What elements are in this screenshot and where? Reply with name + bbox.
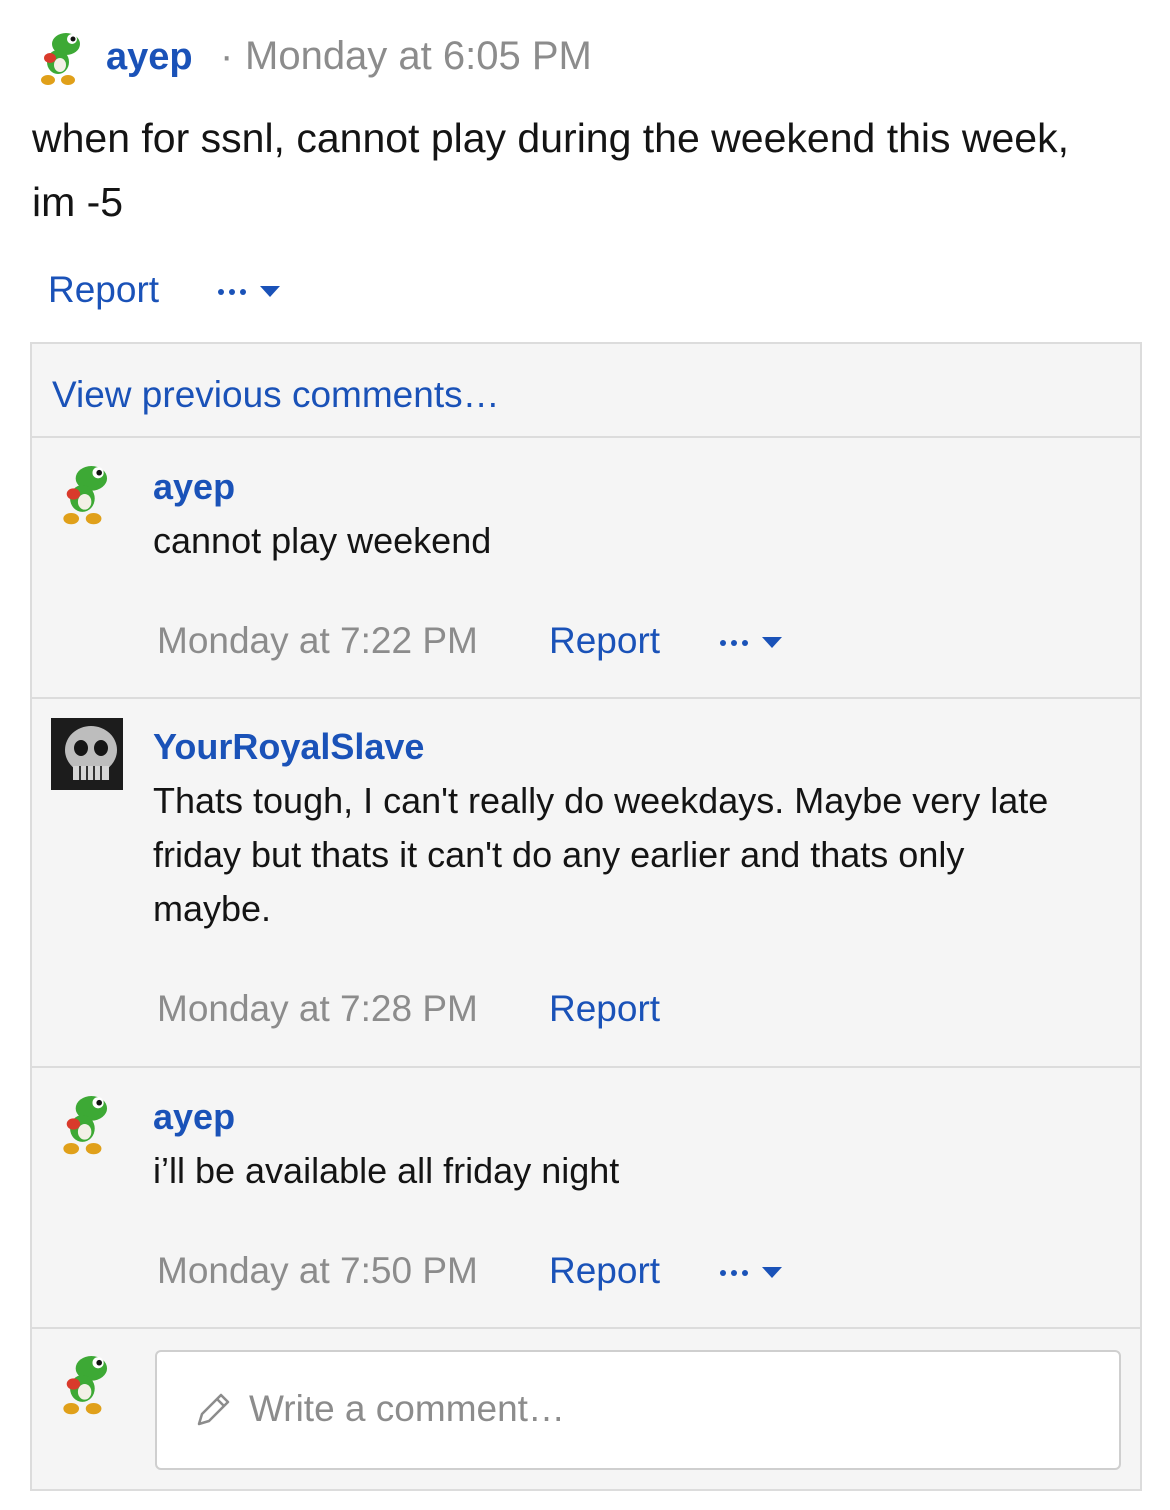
post-separator: ·: [220, 34, 234, 78]
comment-divider: [32, 1327, 1140, 1329]
composer-avatar: [60, 1350, 116, 1423]
chevron-down-icon: [762, 1267, 782, 1278]
comment-avatar[interactable]: [60, 1090, 116, 1163]
yoshi-avatar-icon: [63, 1096, 108, 1155]
pencil-icon: [197, 1393, 230, 1426]
more-dots-icon: [720, 1269, 748, 1276]
comment-timestamp[interactable]: Monday at 7:50 PM: [157, 1250, 478, 1292]
post-more-menu[interactable]: [218, 286, 280, 297]
yoshi-avatar-icon: [63, 1356, 108, 1415]
comment-avatar[interactable]: [60, 460, 116, 533]
post-report-link[interactable]: Report: [48, 269, 159, 311]
comment-timestamp[interactable]: Monday at 7:22 PM: [157, 620, 478, 662]
comment-more-menu[interactable]: [720, 1267, 782, 1278]
comment-report-link[interactable]: Report: [549, 620, 660, 662]
comment-more-menu[interactable]: [720, 637, 782, 648]
comment-divider: [32, 1066, 1140, 1068]
comment-input-placeholder: Write a comment…: [249, 1388, 565, 1429]
comment-timestamp[interactable]: Monday at 7:28 PM: [157, 988, 478, 1030]
yoshi-avatar-icon: [63, 466, 108, 525]
view-previous-comments-link[interactable]: View previous comments…: [52, 374, 500, 416]
more-dots-icon: [218, 288, 246, 295]
post-body: when for ssnl, cannot play during the we…: [32, 115, 1069, 225]
chevron-down-icon: [260, 286, 280, 297]
post-avatar[interactable]: [38, 28, 88, 93]
chevron-down-icon: [762, 637, 782, 648]
comment-author-link[interactable]: ayep: [153, 1096, 235, 1138]
skull-avatar-icon: [51, 718, 123, 790]
comment-author-link[interactable]: ayep: [153, 466, 235, 508]
comment-divider: [32, 436, 1140, 438]
comment-divider: [32, 697, 1140, 699]
comment-text: i’ll be available all friday night: [153, 1150, 620, 1191]
comment-input[interactable]: Write a comment…: [155, 1350, 1121, 1470]
comment-text: cannot play weekend: [153, 520, 492, 561]
comments-panel: View previous comments… ayep cannot play…: [30, 342, 1142, 1491]
comment-avatar[interactable]: [51, 718, 123, 790]
comment-text: Thats tough, I can't really do weekdays.…: [153, 780, 1049, 929]
comment-report-link[interactable]: Report: [549, 988, 660, 1030]
post-timestamp[interactable]: Monday at 6:05 PM: [245, 34, 592, 79]
yoshi-avatar-icon: [41, 33, 80, 85]
comment-report-link[interactable]: Report: [549, 1250, 660, 1292]
comment-author-link[interactable]: YourRoyalSlave: [153, 726, 424, 768]
post-author-link[interactable]: ayep: [106, 36, 193, 79]
more-dots-icon: [720, 639, 748, 646]
